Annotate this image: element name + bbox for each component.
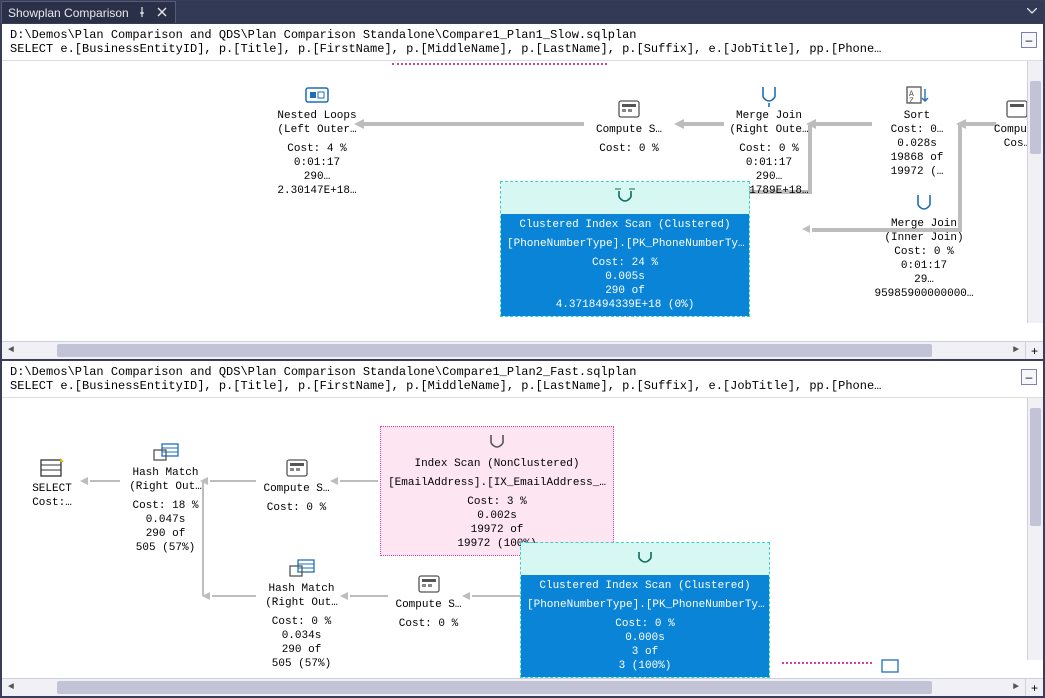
connector xyxy=(802,224,816,234)
merge-join-icon xyxy=(910,191,938,215)
plan-query: SELECT e.[BusinessEntityID], p.[Title], … xyxy=(10,42,1035,56)
top-canvas[interactable]: Nested Loops (Left Outer… Cost: 4 % 0:01… xyxy=(2,61,1043,341)
plan-path: D:\Demos\Plan Comparison and QDS\Plan Co… xyxy=(10,365,1035,379)
window-menu-dropdown[interactable] xyxy=(1024,3,1040,19)
top-hscroll: ◄ ► + xyxy=(2,341,1043,359)
tab-title: Showplan Comparison xyxy=(8,6,129,20)
compute-scalar-icon xyxy=(415,572,443,596)
zoom-plus-button[interactable]: + xyxy=(1025,342,1043,359)
partial-icon xyxy=(872,656,900,678)
svg-text:Z: Z xyxy=(909,97,914,106)
collapse-button[interactable]: – xyxy=(1021,369,1037,385)
bottom-plan-header: D:\Demos\Plan Comparison and QDS\Plan Co… xyxy=(2,361,1043,398)
clustered-index-scan-icon xyxy=(611,185,639,209)
node-clustered-index-scan-selected[interactable]: Clustered Index Scan (Clustered) [PhoneN… xyxy=(500,181,750,317)
vertical-scrollbar[interactable] xyxy=(1027,398,1043,660)
index-scan-icon xyxy=(483,431,511,455)
node-sort[interactable]: AZ Sort Cost: 0… 0.028s 19868 of 19972 (… xyxy=(872,83,962,179)
node-icon-header xyxy=(501,182,749,214)
vertical-scrollbar[interactable] xyxy=(1027,61,1043,323)
pin-icon[interactable] xyxy=(135,6,149,20)
hash-match-icon xyxy=(288,556,316,580)
node-compute-scalar-1[interactable]: Compute S… Cost: 0 % xyxy=(584,97,674,156)
scroll-right-button[interactable]: ► xyxy=(1007,679,1025,696)
hash-match-icon xyxy=(152,440,180,464)
tab-showplan-comparison[interactable]: Showplan Comparison xyxy=(1,1,176,23)
node-icon-header xyxy=(521,543,769,575)
top-plan-pane: D:\Demos\Plan Comparison and QDS\Plan Co… xyxy=(1,23,1044,360)
node-hash-match-2[interactable]: Hash Match (Right Out… Cost: 0 % 0.034s … xyxy=(254,556,349,671)
scroll-left-button[interactable]: ◄ xyxy=(2,342,20,359)
close-icon[interactable] xyxy=(155,6,169,20)
node-compute-scalar-1-b[interactable]: Compute S… Cost: 0 % xyxy=(254,456,339,515)
nested-loops-icon xyxy=(303,83,331,107)
highlight-pink-fragment xyxy=(782,662,872,664)
sort-icon: AZ xyxy=(903,83,931,107)
select-icon xyxy=(38,456,66,480)
plan-path: D:\Demos\Plan Comparison and QDS\Plan Co… xyxy=(10,28,1035,42)
connector xyxy=(80,476,120,486)
scroll-left-button[interactable]: ◄ xyxy=(2,679,20,696)
showplan-comparison-window: Showplan Comparison D:\Demos\Plan Compar… xyxy=(0,0,1045,698)
top-plan-header: D:\Demos\Plan Comparison and QDS\Plan Co… xyxy=(2,24,1043,61)
scroll-right-button[interactable]: ► xyxy=(1007,342,1025,359)
node-merge-join-2[interactable]: Merge Join (Inner Join) Cost: 0 % 0:01:1… xyxy=(864,191,984,306)
clustered-index-scan-icon xyxy=(631,546,659,570)
node-index-scan-nonclustered[interactable]: Index Scan (NonClustered) [EmailAddress]… xyxy=(380,426,614,556)
compute-scalar-icon xyxy=(283,456,311,480)
merge-join-icon xyxy=(755,83,783,107)
bottom-hscroll: ◄ ► + xyxy=(2,678,1043,696)
connector xyxy=(354,119,584,129)
panes: D:\Demos\Plan Comparison and QDS\Plan Co… xyxy=(1,23,1044,697)
horizontal-scrollbar[interactable] xyxy=(38,679,989,696)
node-select[interactable]: SELECT Cost:… xyxy=(22,456,82,510)
collapse-button[interactable]: – xyxy=(1021,32,1037,48)
plan-query: SELECT e.[BusinessEntityID], p.[Title], … xyxy=(10,379,1035,393)
bottom-plan-pane: D:\Demos\Plan Comparison and QDS\Plan Co… xyxy=(1,360,1044,697)
node-compute-scalar-2-b[interactable]: Compute S… Cost: 0 % xyxy=(386,572,471,631)
bottom-canvas[interactable]: SELECT Cost:… Hash Match (Right Out… Cos… xyxy=(2,398,1043,678)
horizontal-scrollbar[interactable] xyxy=(38,342,989,359)
zoom-plus-button[interactable]: + xyxy=(1025,679,1043,696)
connector xyxy=(956,119,996,129)
highlight-pink-fragment xyxy=(392,63,607,65)
node-clustered-index-scan-selected-b[interactable]: Clustered Index Scan (Clustered) [PhoneN… xyxy=(520,542,770,678)
connector xyxy=(462,591,522,601)
node-nested-loops[interactable]: Nested Loops (Left Outer… Cost: 4 % 0:01… xyxy=(257,83,377,198)
connector xyxy=(202,591,256,601)
titlebar: Showplan Comparison xyxy=(1,1,1044,23)
compute-scalar-icon xyxy=(615,97,643,121)
node-hash-match-1[interactable]: Hash Match (Right Out… Cost: 18 % 0.047s… xyxy=(118,440,213,555)
